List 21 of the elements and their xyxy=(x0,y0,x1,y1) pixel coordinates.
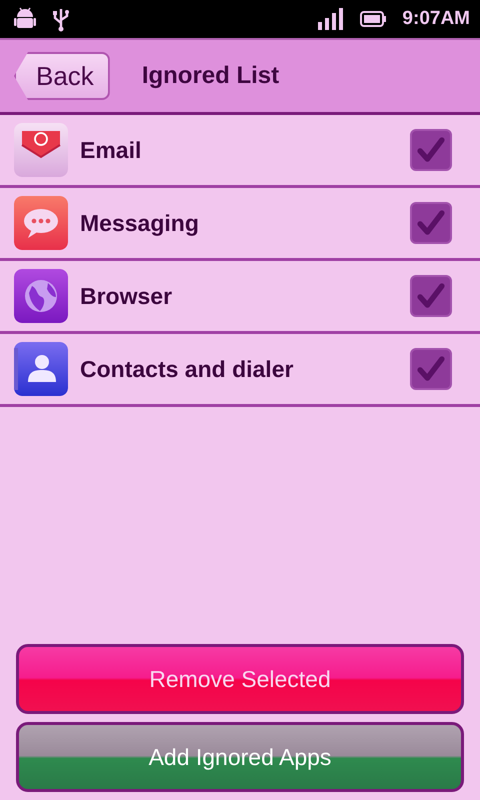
battery-icon xyxy=(360,11,386,27)
back-button[interactable]: Back xyxy=(14,52,110,100)
remove-selected-button[interactable]: Remove Selected xyxy=(16,644,464,714)
usb-icon xyxy=(52,6,70,32)
add-apps-button[interactable]: Add Ignored Apps xyxy=(16,722,464,792)
status-time: 9:07AM xyxy=(402,6,470,31)
speech-bubble-icon xyxy=(14,196,68,250)
checkbox[interactable] xyxy=(410,202,452,244)
contact-book-icon xyxy=(14,342,68,396)
app-name: Browser xyxy=(80,282,174,311)
app-name: Email xyxy=(80,136,142,165)
app-name: Contacts and dialer xyxy=(80,354,294,384)
checkbox[interactable] xyxy=(410,348,452,390)
checkbox[interactable] xyxy=(410,275,452,317)
checkbox[interactable] xyxy=(410,129,452,171)
globe-icon xyxy=(14,269,68,323)
signal-icon xyxy=(318,8,344,30)
app-name: Messaging xyxy=(80,208,200,238)
email-icon xyxy=(14,123,68,177)
android-icon xyxy=(14,7,36,31)
screen-title: Ignored List xyxy=(142,61,280,91)
